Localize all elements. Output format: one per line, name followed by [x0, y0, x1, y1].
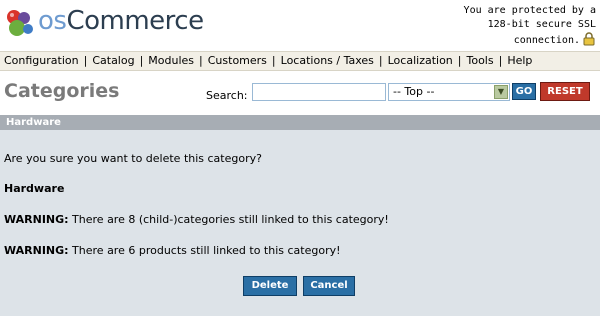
menu-item-modules[interactable]: Modules: [148, 54, 194, 67]
logo-icon: [7, 10, 33, 36]
main-menu: Configuration | Catalog | Modules | Customers |…: [0, 51, 600, 71]
warning-categories-text: There are 8 (child-)categories still lin…: [68, 213, 389, 226]
menu-item-help[interactable]: Help: [507, 54, 532, 67]
chevron-down-icon[interactable]: ▼: [494, 85, 508, 99]
menu-item-tools[interactable]: Tools: [467, 54, 494, 67]
menu-item-customers[interactable]: Customers: [208, 54, 267, 67]
warning-label: WARNING:: [4, 213, 69, 226]
search-input[interactable]: [252, 83, 386, 101]
search-label: Search:: [206, 89, 248, 102]
warning-products-text: There are 6 products still linked to thi…: [68, 244, 341, 257]
menu-separator: |: [199, 54, 203, 67]
delete-button[interactable]: Delete: [243, 276, 297, 296]
ssl-line-2: 128-bit secure SSL: [487, 19, 596, 30]
ssl-line-1: You are protected by a: [463, 5, 596, 16]
warning-label: WARNING:: [4, 244, 69, 257]
menu-separator: |: [498, 54, 503, 67]
category-select-value: -- Top --: [393, 85, 435, 98]
menu-separator: |: [378, 54, 383, 67]
warning-products: WARNING: There are 6 products still link…: [4, 244, 341, 257]
menu-item-configuration[interactable]: Configuration: [4, 54, 79, 67]
menu-separator: |: [83, 54, 88, 67]
panel-header: Hardware: [0, 115, 600, 130]
cancel-button[interactable]: Cancel: [303, 276, 355, 296]
menu-separator: |: [271, 54, 276, 67]
logo-prefix: os: [38, 6, 67, 36]
menu-item-locations-taxes[interactable]: Locations / Taxes: [281, 54, 374, 67]
ssl-line-3: connection.: [513, 35, 580, 46]
go-button[interactable]: GO: [512, 83, 536, 100]
page-title: Categories: [4, 80, 120, 102]
menu-separator: |: [457, 54, 462, 67]
logo-text[interactable]: osCommerce: [38, 6, 204, 36]
menu-item-localization[interactable]: Localization: [388, 54, 453, 67]
warning-categories: WARNING: There are 8 (child-)categories …: [4, 213, 389, 226]
menu-separator: |: [139, 54, 144, 67]
lock-icon: [583, 32, 595, 46]
reset-button[interactable]: RESET: [540, 82, 590, 101]
panel-title: Hardware: [6, 117, 61, 128]
ssl-notice: You are protected by a 128-bit secure SS…: [446, 4, 596, 48]
category-name: Hardware: [4, 182, 65, 195]
category-select[interactable]: -- Top -- ▼: [388, 83, 510, 101]
logo-suffix: Commerce: [66, 6, 204, 36]
confirm-question: Are you sure you want to delete this cat…: [4, 152, 262, 165]
header: osCommerce You are protected by a 128-bi…: [0, 0, 600, 50]
menu-item-catalog[interactable]: Catalog: [92, 54, 134, 67]
